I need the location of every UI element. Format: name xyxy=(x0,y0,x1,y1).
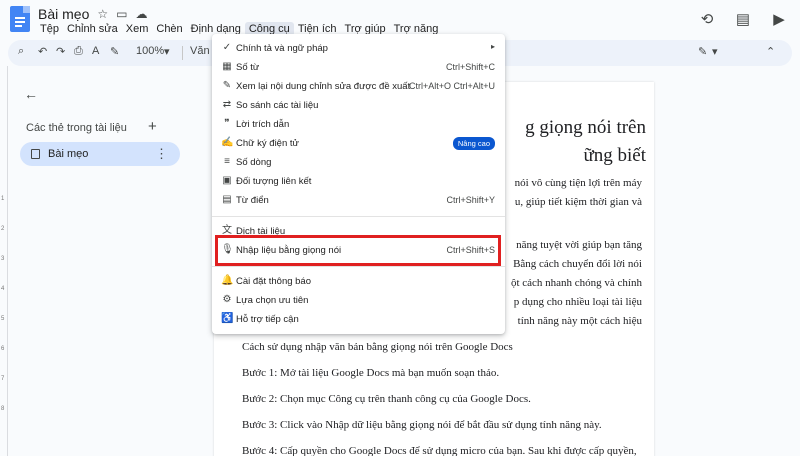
menu-item-spelling-grammar[interactable]: ✓ Chính tả và ngữ pháp ▸ xyxy=(212,39,505,58)
editing-mode-icon[interactable]: ✎ xyxy=(698,45,707,58)
menu-divider xyxy=(212,266,505,267)
spellcheck-icon: ✓ xyxy=(222,42,232,53)
menu-item-accessibility[interactable]: ♿ Hỗ trợ tiếp cận xyxy=(212,310,505,329)
menu-item-notification-settings[interactable]: 🔔 Cài đặt thông báo xyxy=(212,272,505,291)
preferences-icon: ⚙ xyxy=(222,294,232,305)
menu-item-compare-documents[interactable]: ⇄ So sánh các tài liệu xyxy=(212,96,505,115)
menu-item-citations[interactable]: ❞ Lời trích dẫn xyxy=(212,115,505,134)
menu-item-line-numbers[interactable]: ≡ Số dòng xyxy=(212,153,505,172)
menu-item-word-count[interactable]: ▦ Số từ Ctrl+Shift+C xyxy=(212,58,505,77)
tabs-heading: Các thẻ trong tài liệu xyxy=(26,122,127,134)
collapse-menus-icon[interactable]: ⌃ xyxy=(766,45,775,58)
chevron-down-icon: ▾ xyxy=(164,46,170,58)
signature-icon: ✍ xyxy=(221,137,234,148)
redo-icon[interactable]: ↷ xyxy=(56,45,65,58)
tools-dropdown-menu: ✓ Chính tả và ngữ pháp ▸ ▦ Số từ Ctrl+Sh… xyxy=(212,34,505,334)
menu-edit[interactable]: Chỉnh sửa xyxy=(63,22,122,36)
version-history-icon[interactable]: ⟲ xyxy=(696,8,718,30)
accessibility-icon: ♿ xyxy=(221,313,234,324)
print-icon[interactable]: ⎙ xyxy=(74,45,83,58)
add-tab-icon[interactable]: + xyxy=(148,118,157,135)
tab-label: Bài mẹo xyxy=(48,148,89,160)
star-icon[interactable]: ☆ xyxy=(97,7,108,21)
menu-divider xyxy=(212,216,505,217)
step-2: Bước 2: Chọn mục Công cụ trên thanh công… xyxy=(242,393,531,405)
spellcheck-toolbar-icon[interactable]: A xyxy=(92,45,99,57)
premium-badge: Nâng cao xyxy=(452,137,495,150)
menu-item-linked-objects[interactable]: ▣ Đối tượng liên kết xyxy=(212,172,505,191)
review-edits-icon: ✎ xyxy=(222,80,232,91)
menu-item-esignature[interactable]: ✍ Chữ ký điện tử Nâng cao xyxy=(212,134,505,153)
menu-file[interactable]: Tệp xyxy=(36,22,63,36)
app-header: Bài mẹo ☆ ▭ ☁ Tệp Chỉnh sửa Xem Chèn Địn… xyxy=(0,0,800,38)
comments-icon[interactable]: ▤ xyxy=(732,8,754,30)
menu-view[interactable]: Xem xyxy=(122,22,153,36)
tab-bai-meo[interactable]: Bài mẹo ⋮ xyxy=(20,142,180,166)
cloud-status-icon[interactable]: ☁ xyxy=(135,7,147,21)
linked-objects-icon: ▣ xyxy=(222,175,232,186)
vertical-ruler: 123 456 78 xyxy=(0,66,8,456)
line-numbers-icon: ≡ xyxy=(224,156,230,167)
menu-item-review-edits[interactable]: ✎ Xem lại nội dung chỉnh sửa được đề xuấ… xyxy=(212,77,505,96)
move-folder-icon[interactable]: ▭ xyxy=(116,7,127,21)
word-count-icon: ▦ xyxy=(222,61,232,72)
paint-format-icon[interactable]: ✎ xyxy=(110,45,119,58)
quote-icon: ❞ xyxy=(224,118,230,129)
more-options-icon[interactable]: ⋮ xyxy=(155,146,168,162)
document-tabs-sidebar: ← Các thẻ trong tài liệu + Bài mẹo ⋮ xyxy=(10,70,180,450)
chevron-down-icon: ▾ xyxy=(712,46,718,58)
search-menus-icon[interactable]: ⌕ xyxy=(18,45,24,58)
docs-logo-icon[interactable] xyxy=(10,6,30,32)
dictionary-icon: ▤ xyxy=(222,194,232,205)
step-1: Bước 1: Mở tài liệu Google Docs mà bạn m… xyxy=(242,367,500,379)
compare-icon: ⇄ xyxy=(222,99,232,110)
submenu-arrow-icon: ▸ xyxy=(490,42,495,51)
menu-item-dictionary[interactable]: ▤ Từ điển Ctrl+Shift+Y xyxy=(212,191,505,210)
section-title: Cách sử dụng nhập văn bản bằng giọng nói… xyxy=(242,341,513,353)
zoom-select[interactable]: 100% xyxy=(136,45,164,57)
back-arrow-icon[interactable]: ← xyxy=(24,86,38,102)
menu-insert[interactable]: Chèn xyxy=(152,22,186,36)
undo-icon[interactable]: ↶ xyxy=(38,45,47,58)
step-4: Bước 4: Cấp quyền cho Google Docs để sử … xyxy=(242,445,637,456)
voice-typing-highlight xyxy=(215,235,501,266)
menu-item-preferences[interactable]: ⚙ Lựa chọn ưu tiên xyxy=(212,291,505,310)
bell-icon: 🔔 xyxy=(221,275,234,286)
meet-icon[interactable]: ▶ xyxy=(768,8,790,30)
document-title[interactable]: Bài mẹo xyxy=(38,6,89,22)
step-3: Bước 3: Click vào Nhập dữ liệu bằng giọn… xyxy=(242,419,602,431)
document-tab-icon xyxy=(31,149,40,159)
